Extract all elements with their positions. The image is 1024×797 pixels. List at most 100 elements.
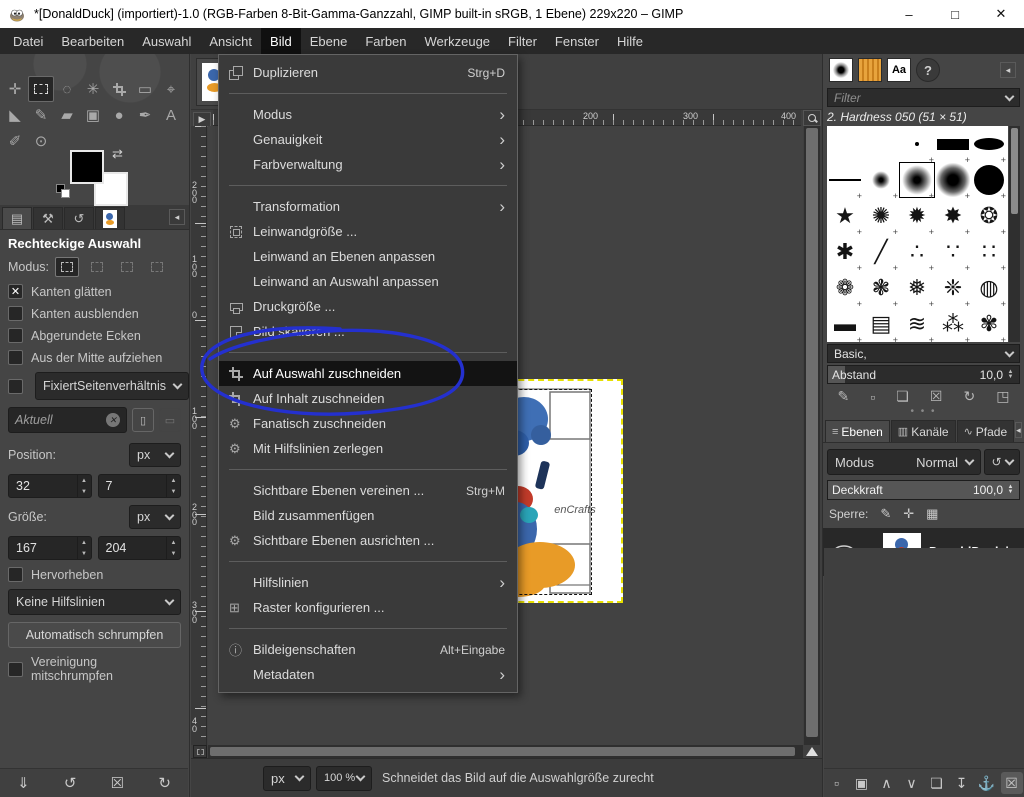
close-button[interactable]: ✕ [978, 0, 1024, 28]
menubar-item-fenster[interactable]: Fenster [546, 28, 608, 54]
zoom-tool[interactable]: ⊙ [28, 128, 54, 154]
brush-cell[interactable]: ╱ [863, 234, 899, 270]
brush-spacing-slider[interactable]: Abstand 10,0 ▲▼ [827, 365, 1020, 384]
portrait-orientation-button[interactable]: ▯ [132, 408, 154, 432]
menu-item-bildeigenschaften[interactable]: ⓘBildeigenschaftenAlt+Eingabe [219, 637, 517, 662]
free-select-tool[interactable]: ◌ [54, 76, 80, 102]
ink-tool[interactable]: ✒ [132, 102, 158, 128]
brush-cell[interactable]: ∴ [899, 234, 935, 270]
fixed-checkbox[interactable] [8, 379, 23, 394]
brush-cell[interactable]: ✹ [899, 198, 935, 234]
brush-cell[interactable]: ✸ [935, 198, 971, 234]
menu-item-raster-konfigurieren[interactable]: ⊞Raster konfigurieren ... [219, 595, 517, 620]
minimize-button[interactable]: – [886, 0, 932, 28]
brush-cell[interactable] [899, 126, 935, 162]
brush-cell[interactable]: ▤ [863, 306, 899, 342]
mode-subtract-button[interactable] [115, 257, 139, 277]
menu-item-metadaten[interactable]: Metadaten› [219, 662, 517, 687]
tab-device-status[interactable]: ⚒ [33, 207, 63, 229]
move-tool[interactable]: ✛ [2, 76, 28, 102]
brush-cell[interactable] [827, 126, 863, 162]
brush-cell[interactable] [971, 162, 1007, 198]
open-brush-as-image-button[interactable]: ◳ [996, 388, 1009, 405]
spinner-arrows[interactable]: ▲▼ [166, 537, 180, 559]
spinner-arrows[interactable]: ▲▼ [77, 475, 91, 497]
menu-item-leinwand-an-auswahl-anpassen[interactable]: Leinwand an Auswahl anpassen [219, 269, 517, 294]
brush-filter-dropdown[interactable]: Filter [827, 88, 1020, 107]
restore-tool-preset-button[interactable]: ↺ [64, 774, 77, 792]
auto-shrink-button[interactable]: Automatisch schrumpfen [8, 622, 181, 648]
brush-cell[interactable]: ◍ [971, 270, 1007, 306]
size-height-input[interactable]: 204 ▲▼ [98, 536, 182, 560]
aspect-ratio-input[interactable]: Aktuell ✕ [8, 407, 127, 433]
spinner-arrows[interactable]: ▲▼ [166, 475, 180, 497]
size-unit-combo[interactable]: px [129, 505, 181, 529]
brush-cell[interactable] [863, 162, 899, 198]
lock-pixels-icon[interactable]: ✎ [880, 506, 891, 522]
layer-opacity-slider[interactable]: Deckkraft 100,0 ▲▼ [827, 480, 1020, 500]
smudge-tool[interactable]: ● [106, 102, 132, 128]
duplicate-layer-button[interactable]: ❏ [926, 772, 948, 794]
brush-cell[interactable] [971, 126, 1007, 162]
menu-item-duplizieren[interactable]: DuplizierenStrg+D [219, 60, 517, 85]
menu-item-leinwandgröße[interactable]: Leinwandgröße ... [219, 219, 517, 244]
rectangle-select-tool[interactable] [28, 76, 54, 102]
brush-cell[interactable]: ▬ [827, 306, 863, 342]
lower-layer-button[interactable]: ∨ [901, 772, 923, 794]
menu-item-genauigkeit[interactable]: Genauigkeit› [219, 127, 517, 152]
delete-brush-button[interactable]: ☒ [930, 388, 943, 405]
brush-cell[interactable]: ✱ [827, 234, 863, 270]
menu-item-hilfslinien[interactable]: Hilfslinien› [219, 570, 517, 595]
brush-cell[interactable]: ≋ [899, 306, 935, 342]
brush-grid-scrollbar-thumb[interactable] [1011, 128, 1018, 214]
spinner-arrows[interactable]: ▲▼ [1006, 370, 1015, 380]
tab-tool-options[interactable]: ▤ [2, 207, 32, 229]
landscape-orientation-button[interactable]: ▭ [159, 408, 181, 432]
brush-cell[interactable] [935, 126, 971, 162]
position-unit-combo[interactable]: px [129, 443, 181, 467]
menu-item-auf-inhalt-zuschneiden[interactable]: Auf Inhalt zuschneiden [219, 386, 517, 411]
navigation-button[interactable] [804, 745, 820, 758]
new-layer-button[interactable]: ▫ [826, 772, 848, 794]
size-width-input[interactable]: 167 ▲▼ [8, 536, 92, 560]
lock-alpha-icon[interactable]: ▦ [926, 506, 938, 522]
brush-cell[interactable]: ❁ [827, 270, 863, 306]
unified-transform-tool[interactable]: ▭ [132, 76, 158, 102]
menubar-item-bild[interactable]: Bild [261, 28, 301, 54]
guides-dropdown[interactable]: Keine Hilfslinien [8, 589, 181, 615]
brush-cell[interactable]: ❂ [971, 198, 1007, 234]
menubar-item-auswahl[interactable]: Auswahl [133, 28, 200, 54]
blend-space-button[interactable]: ↺ [984, 449, 1020, 475]
tab-kanäle[interactable]: ▥Kanäle [891, 420, 956, 442]
menu-item-modus[interactable]: Modus› [219, 102, 517, 127]
delete-tool-preset-button[interactable]: ☒ [111, 774, 124, 792]
crop-tool[interactable] [106, 76, 132, 102]
brush-cell[interactable]: ❅ [899, 270, 935, 306]
tab-help[interactable]: ? [916, 58, 940, 82]
menubar-item-farben[interactable]: Farben [356, 28, 415, 54]
reset-tool-options-button[interactable]: ↻ [158, 774, 171, 792]
menubar-item-hilfe[interactable]: Hilfe [608, 28, 652, 54]
kanten-glätten-checkbox[interactable]: ✕ [8, 284, 23, 299]
menu-item-sichtbare-ebenen-ausrichten[interactable]: ⚙Sichtbare Ebenen ausrichten ... [219, 528, 517, 553]
layer-mode-dropdown[interactable]: Modus Normal [827, 449, 981, 475]
lock-position-icon[interactable]: ✛ [903, 506, 914, 522]
brush-cell[interactable]: ❃ [863, 270, 899, 306]
brush-cell[interactable] [863, 126, 899, 162]
foreground-color-swatch[interactable] [70, 150, 104, 184]
duplicate-brush-button[interactable]: ❏ [896, 388, 909, 405]
tab-undo-history[interactable]: ↺ [64, 207, 94, 229]
menubar-item-werkzeuge[interactable]: Werkzeuge [416, 28, 500, 54]
spinner-arrows[interactable]: ▲▼ [1006, 485, 1015, 495]
menu-item-sichtbare-ebenen-vereinen[interactable]: Sichtbare Ebenen vereinen ...Strg+M [219, 478, 517, 503]
statusbar-unit-combo[interactable]: px [263, 766, 311, 791]
new-brush-button[interactable]: ▫ [870, 389, 875, 405]
collapse-dock-button[interactable]: ◂ [1000, 62, 1016, 78]
new-layer-group-button[interactable]: ▣ [851, 772, 873, 794]
paintbrush-tool[interactable]: ✎ [28, 102, 54, 128]
menubar-item-ebene[interactable]: Ebene [301, 28, 357, 54]
collapse-dock-button[interactable]: ◂ [1015, 422, 1022, 438]
raise-layer-button[interactable]: ∧ [876, 772, 898, 794]
brush-cell[interactable]: ✾ [971, 306, 1007, 342]
mode-intersect-button[interactable] [145, 257, 169, 277]
